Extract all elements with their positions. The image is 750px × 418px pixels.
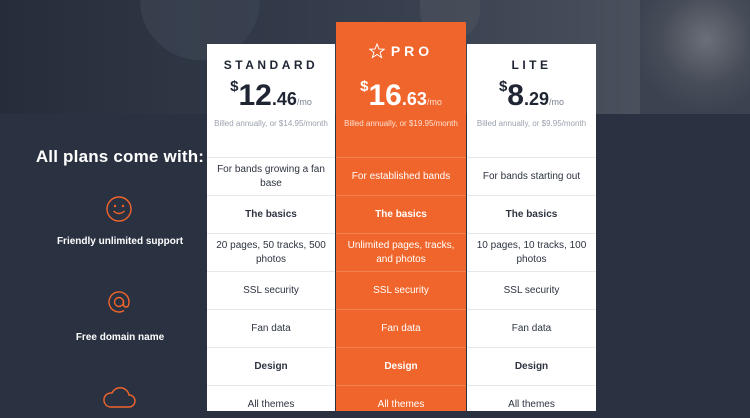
- plan-price: $12.46/mo: [207, 78, 335, 113]
- plan-card-pro: PRO $16.63/mo Billed annually, or $19.95…: [336, 22, 466, 411]
- plan-feature-row: Fan data: [336, 309, 466, 347]
- price-period: /mo: [426, 97, 442, 107]
- hero-photo-figure: [640, 0, 750, 114]
- price-decimal: .29: [523, 89, 550, 109]
- features-heading: All plans come with:: [35, 147, 205, 166]
- plan-feature-row: The basics: [207, 195, 335, 233]
- plan-feature-row: Design: [336, 347, 466, 385]
- billing-note: Billed annually, or $9.95/month: [476, 119, 587, 128]
- price-integer: 16: [368, 79, 402, 112]
- plan-feature-row: 20 pages, 50 tracks, 500 photos: [207, 233, 335, 271]
- smiley-icon: [98, 188, 140, 230]
- plan-feature-row: All themes: [207, 385, 335, 411]
- plan-feature-row: Fan data: [467, 309, 596, 347]
- price-decimal: .63: [401, 89, 427, 109]
- feature-label-support: Friendly unlimited support: [56, 236, 184, 247]
- feature-label-domain: Free domain name: [75, 332, 165, 343]
- plan-feature-row: SSL security: [467, 271, 596, 309]
- plan-feature-row: Unlimited pages, tracks, and photos: [336, 233, 466, 271]
- price-period: /mo: [296, 97, 312, 107]
- plan-feature-row: 10 pages, 10 tracks, 100 photos: [467, 233, 596, 271]
- price-decimal: .46: [271, 89, 297, 109]
- plan-feature-row: For bands growing a fan base: [207, 157, 335, 195]
- plan-feature-row: Design: [207, 347, 335, 385]
- price-period: /mo: [549, 97, 565, 107]
- plan-feature-row: Fan data: [207, 309, 335, 347]
- plan-feature-row: The basics: [336, 195, 466, 233]
- plan-feature-row: SSL security: [207, 271, 335, 309]
- plan-feature-row: The basics: [467, 195, 596, 233]
- plan-name: STANDARD: [223, 58, 319, 72]
- plan-feature-row: For established bands: [336, 157, 466, 195]
- plan-name: LITE: [511, 58, 552, 72]
- plan-name-text: PRO: [390, 43, 434, 59]
- cloud-icon: [98, 376, 140, 418]
- price-integer: 8: [507, 79, 524, 112]
- plan-feature-row: For bands starting out: [467, 157, 596, 195]
- plan-feature-row: All themes: [336, 385, 466, 411]
- plan-feature-row: Design: [467, 347, 596, 385]
- plan-price: $8.29/mo: [467, 78, 596, 113]
- star-icon: [368, 42, 386, 62]
- plan-card-lite: LITE $8.29/mo Billed annually, or $9.95/…: [467, 44, 596, 411]
- at-sign-icon: [98, 281, 140, 323]
- billing-note: Billed annually, or $19.95/month: [344, 119, 458, 128]
- plan-feature-row: SSL security: [336, 271, 466, 309]
- plan-feature-row: All themes: [467, 385, 596, 411]
- billing-note: Billed annually, or $14.95/month: [214, 119, 328, 128]
- plan-card-standard: STANDARD $12.46/mo Billed annually, or $…: [207, 44, 335, 411]
- plan-name: PRO: [336, 42, 466, 62]
- price-integer: 12: [238, 79, 272, 112]
- plan-price: $16.63/mo: [336, 78, 466, 113]
